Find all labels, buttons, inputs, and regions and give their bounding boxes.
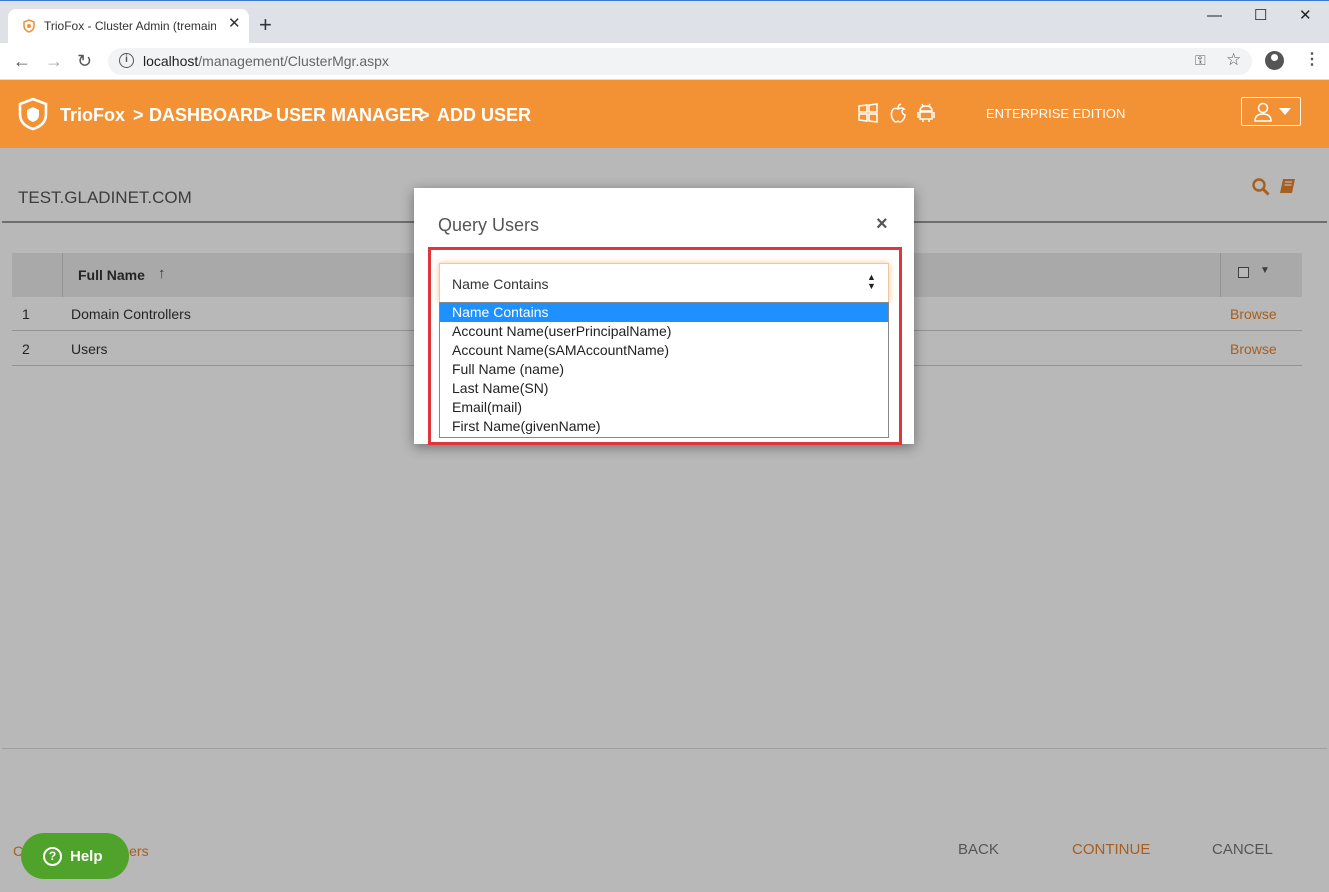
breadcrumb-user-manager[interactable]: USER MANAGER: [276, 105, 424, 126]
breadcrumb-separator: >: [419, 105, 430, 125]
breadcrumb-dashboard[interactable]: DASHBOARD: [149, 105, 266, 126]
breadcrumb-add-user: ADD USER: [437, 105, 532, 125]
help-label: Help: [70, 848, 103, 865]
forward-icon[interactable]: →: [45, 51, 63, 71]
new-tab-button[interactable]: +: [259, 14, 272, 36]
window-close-icon[interactable]: ✕: [1299, 7, 1312, 25]
select-value: Name Contains: [452, 276, 549, 292]
breadcrumb-separator: >: [133, 105, 144, 125]
key-icon[interactable]: ⚿: [1195, 52, 1206, 69]
query-type-dropdown: Name Contains Account Name(userPrincipal…: [439, 302, 889, 438]
brand-name[interactable]: TrioFox: [60, 105, 125, 126]
url-input[interactable]: i localhost/management/ClusterMgr.aspx ⚿…: [108, 48, 1252, 75]
apple-icon[interactable]: [887, 102, 909, 124]
help-button[interactable]: ? Help: [21, 833, 129, 879]
info-icon[interactable]: i: [119, 53, 134, 68]
chevron-down-icon: [1279, 108, 1291, 115]
star-icon[interactable]: ☆: [1226, 50, 1241, 70]
dropdown-option[interactable]: Account Name(userPrincipalName): [440, 322, 888, 341]
tab-close-icon[interactable]: ✕: [228, 15, 241, 33]
breadcrumb-separator: >: [262, 105, 273, 125]
query-type-select[interactable]: Name Contains ▲ ▼: [439, 263, 889, 303]
windows-icon[interactable]: [857, 102, 879, 124]
dropdown-option[interactable]: Account Name(sAMAccountName): [440, 341, 888, 360]
kebab-menu-icon[interactable]: ⋮: [1304, 50, 1320, 70]
url-text: localhost/management/ClusterMgr.aspx: [143, 53, 389, 69]
dropdown-option[interactable]: First Name(givenName): [440, 417, 888, 436]
maximize-icon[interactable]: ☐: [1254, 7, 1267, 25]
select-arrows-icon: ▲ ▼: [867, 272, 876, 291]
browser-tab-strip: TrioFox - Cluster Admin (tremaine ✕ + — …: [0, 0, 1329, 44]
account-icon[interactable]: [1265, 51, 1284, 70]
dropdown-option[interactable]: Email(mail): [440, 398, 888, 417]
tab-title: TrioFox - Cluster Admin (tremaine: [44, 19, 216, 33]
dropdown-option[interactable]: Full Name (name): [440, 360, 888, 379]
back-icon[interactable]: ←: [13, 51, 31, 71]
browser-tab[interactable]: TrioFox - Cluster Admin (tremaine ✕: [8, 9, 249, 44]
edition-label: ENTERPRISE EDITION: [986, 106, 1126, 121]
address-bar: ← → ↻ i localhost/management/ClusterMgr.…: [0, 43, 1329, 80]
close-icon[interactable]: ×: [876, 214, 888, 234]
android-icon[interactable]: [915, 102, 937, 124]
triofox-logo-icon: [18, 97, 48, 131]
app-header: TrioFox > DASHBOARD > USER MANAGER > ADD…: [0, 80, 1329, 148]
reload-icon[interactable]: ↻: [77, 51, 92, 71]
question-icon: ?: [43, 847, 62, 866]
dialog-title: Query Users: [438, 215, 540, 235]
dropdown-option[interactable]: Last Name(SN): [440, 379, 888, 398]
user-menu-button[interactable]: [1241, 97, 1301, 126]
triofox-favicon-icon: [23, 19, 35, 33]
user-icon: [1254, 102, 1272, 122]
dropdown-option[interactable]: Name Contains: [440, 303, 888, 322]
minimize-icon[interactable]: —: [1207, 7, 1222, 25]
